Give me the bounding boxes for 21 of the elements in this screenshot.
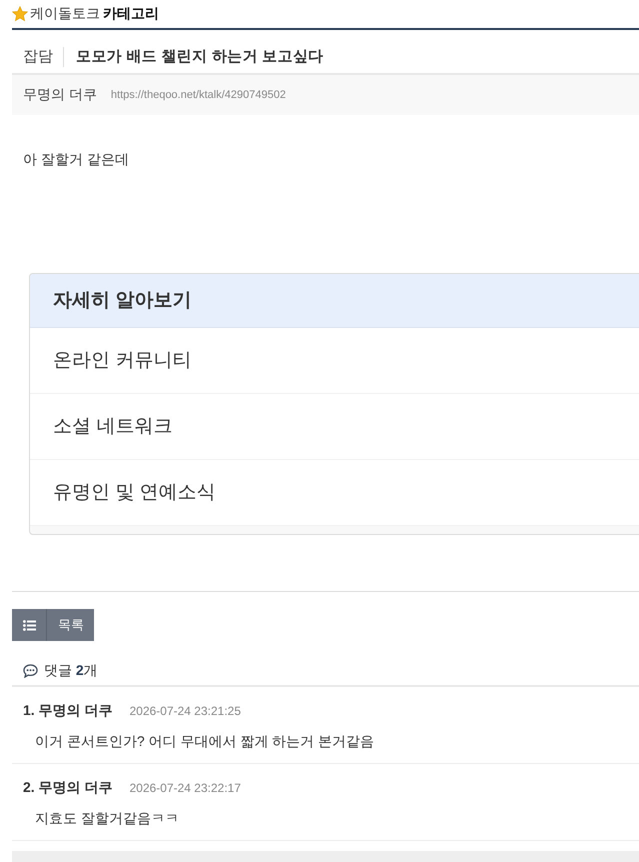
star-icon: [12, 6, 28, 22]
board-link[interactable]: 케이돌토크: [30, 5, 100, 23]
comment-text: 이거 콘서트인가? 어디 무대에서 짧게 하는거 본거같음: [35, 733, 374, 751]
comment-author: 2. 무명의 더쿠: [23, 779, 112, 797]
list-button[interactable]: 목록: [12, 609, 94, 641]
comment-time: 2026-07-24 23:22:17: [129, 781, 241, 795]
related-topic-link[interactable]: 소셜 네트워크: [30, 394, 639, 460]
post-body: 아 잘할거 같은데: [23, 151, 129, 167]
post-title: 모모가 배드 챌린지 하는거 보고싶다: [76, 47, 324, 66]
related-topic-link[interactable]: 온라인 커뮤니티: [30, 328, 639, 394]
author-name: 무명의 더쿠: [23, 86, 97, 104]
comment-time: 2026-07-24 23:21:25: [129, 704, 241, 718]
comment-count: 댓글 2개: [44, 662, 98, 680]
comment-icon: [23, 664, 38, 678]
comment-text: 지효도 잘할거같음ㅋㅋ: [35, 810, 179, 828]
post-category: 잡담: [23, 46, 64, 66]
related-topic-link[interactable]: 유명인 및 연예소식: [30, 460, 639, 526]
list-icon: [23, 620, 36, 630]
related-topics-heading: 자세히 알아보기: [30, 274, 639, 328]
board-section-label: 카테고리: [103, 5, 159, 23]
comment-author: 1. 무명의 더쿠: [23, 702, 112, 720]
